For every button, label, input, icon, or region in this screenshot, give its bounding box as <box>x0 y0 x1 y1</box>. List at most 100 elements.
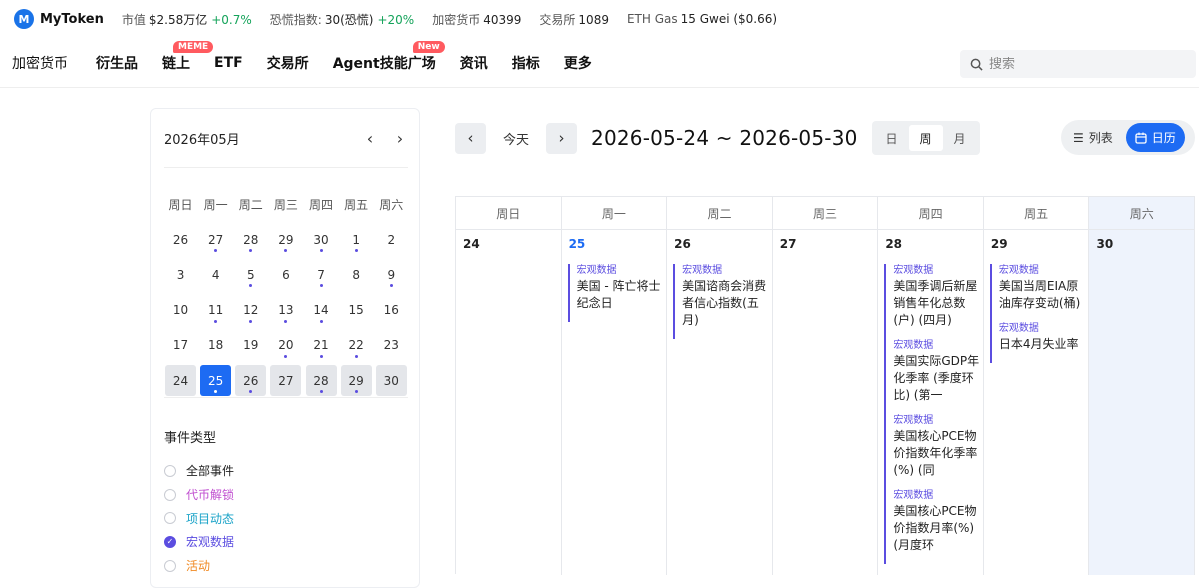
logo[interactable]: M MyToken <box>14 9 104 29</box>
mini-day-cell[interactable]: 6 <box>268 259 303 290</box>
ticker-label: 加密货币 <box>432 12 481 27</box>
weekday-label: 周五 <box>344 198 369 213</box>
nav-exchanges[interactable]: 交易所 <box>267 53 309 73</box>
calendar-view-button[interactable]: 日历 <box>1125 123 1185 152</box>
mini-day-cell[interactable]: 11 <box>198 295 233 326</box>
nav-more[interactable]: 更多 <box>564 53 592 73</box>
calendar-event[interactable]: 宏观数据 美国核心PCE物价指数月率(%) (月度环 <box>893 489 980 554</box>
mini-day-cell[interactable]: 19 <box>233 330 268 361</box>
mini-day-cell[interactable]: 3 <box>163 259 198 290</box>
mini-day-cell[interactable]: 28 <box>233 224 268 255</box>
mini-day-cell[interactable]: 1 <box>339 224 374 255</box>
mini-day-cell[interactable]: 14 <box>304 295 339 326</box>
ticker-fear-index[interactable]: 恐慌指数: 30(恐慌) +20% <box>270 11 414 28</box>
mini-day-cell[interactable]: 21 <box>304 330 339 361</box>
mini-day-cell[interactable]: 24 <box>165 365 197 397</box>
prev-week-button[interactable]: ‹ <box>455 122 486 154</box>
mini-day-cell[interactable]: 25 <box>200 365 232 397</box>
nav-etf[interactable]: ETF <box>214 55 243 71</box>
day-column[interactable]: 28 宏观数据 美国季调后新屋销售年化总数(户) (四月) 宏观数据 美国实际GDP年化… <box>878 230 984 575</box>
nav-agent-skills[interactable]: Agent技能广场 New <box>333 40 445 73</box>
mini-day-cell[interactable]: 15 <box>339 295 374 326</box>
radio-icon[interactable] <box>164 559 176 572</box>
mini-day-number: 19 <box>243 338 259 353</box>
mini-day-cell[interactable]: 20 <box>268 330 303 361</box>
list-view-button[interactable]: ☰ 列表 <box>1064 123 1122 152</box>
week-header-cell: 周一 <box>562 197 668 229</box>
mini-day-cell[interactable]: 30 <box>375 365 407 397</box>
today-button[interactable]: 今天 <box>503 129 529 148</box>
scale-day-button[interactable]: 日 <box>875 125 909 151</box>
mini-day-cell[interactable]: 7 <box>304 259 339 290</box>
nav-derivatives[interactable]: 衍生品 <box>96 53 138 73</box>
mini-day-cell[interactable]: 27 <box>270 365 302 397</box>
ticker-market-cap[interactable]: 市值 $2.58万亿 +0.7% <box>122 11 252 28</box>
search-icon <box>970 58 983 71</box>
mini-day-cell[interactable]: 4 <box>198 259 233 290</box>
mini-day-cell[interactable]: 2 <box>374 224 409 255</box>
mini-day-cell[interactable]: 30 <box>304 224 339 255</box>
mini-day-cell[interactable]: 29 <box>268 224 303 255</box>
nav-onchain[interactable]: 链上 MEME <box>162 40 214 73</box>
mini-day-cell[interactable]: 27 <box>198 224 233 255</box>
day-column[interactable]: 27 <box>773 230 879 575</box>
mini-day-cell[interactable]: 10 <box>163 295 198 326</box>
mini-day-cell[interactable]: 9 <box>374 259 409 290</box>
mini-day-cell[interactable]: 8 <box>339 259 374 290</box>
mini-day-cell[interactable]: 26 <box>235 365 267 397</box>
calendar-event[interactable]: 宏观数据 美国实际GDP年化季率 (季度环比) (第一 <box>893 339 980 404</box>
nav-news[interactable]: 资讯 <box>460 53 488 73</box>
event-type-option[interactable]: 代币解锁 <box>164 483 234 507</box>
calendar-event[interactable]: 宏观数据 日本4月失业率 <box>999 322 1086 353</box>
ticker-exchange-count[interactable]: 交易所 1089 <box>539 11 609 28</box>
mini-day-cell[interactable]: 28 <box>305 365 337 397</box>
search-input[interactable] <box>989 56 1179 72</box>
nav-crypto[interactable]: 加密货币 <box>12 53 68 73</box>
ticker-change: +0.7% <box>211 12 252 27</box>
scale-month-button[interactable]: 月 <box>943 125 977 151</box>
mini-day-cell[interactable]: 5 <box>233 259 268 290</box>
mini-day-cell[interactable]: 26 <box>163 224 198 255</box>
mini-day-number: 26 <box>243 373 259 388</box>
event-type-option[interactable]: ✓ 宏观数据 <box>164 530 234 554</box>
calendar-event[interactable]: 宏观数据 美国核心PCE物价指数年化季率(%) (同 <box>893 414 980 479</box>
mini-day-number: 28 <box>243 232 259 247</box>
calendar-event[interactable]: 宏观数据 美国季调后新屋销售年化总数(户) (四月) <box>893 264 980 329</box>
day-column[interactable]: 29 宏观数据 美国当周EIA原油库存变动(桶) 宏观数据 日本4月失业率 <box>984 230 1090 575</box>
calendar-event[interactable]: 宏观数据 美国谘商会消费者信心指数(五月) <box>682 264 769 329</box>
scale-week-button[interactable]: 周 <box>908 125 943 151</box>
next-week-button[interactable]: › <box>546 122 578 154</box>
event-dot <box>249 249 253 253</box>
prev-month-icon[interactable]: ‹ <box>362 129 378 148</box>
mini-day-cell[interactable]: 13 <box>268 295 303 326</box>
radio-icon[interactable] <box>164 464 176 477</box>
radio-icon[interactable] <box>164 512 176 525</box>
day-column[interactable]: 26 宏观数据 美国谘商会消费者信心指数(五月) <box>667 230 773 575</box>
ticker-eth-gas[interactable]: ETH Gas 15 Gwei ($0.66) <box>627 12 777 26</box>
day-column[interactable]: 30 <box>1089 230 1196 575</box>
event-group: 宏观数据 美国当周EIA原油库存变动(桶) 宏观数据 日本4月失业率 <box>989 264 1086 363</box>
divider <box>164 167 408 168</box>
check-icon[interactable]: ✓ <box>164 535 176 548</box>
mini-day-cell[interactable]: 23 <box>374 330 409 361</box>
event-type-option[interactable]: 项目动态 <box>164 506 234 530</box>
next-month-icon[interactable]: › <box>392 129 408 148</box>
mini-day-cell[interactable]: 29 <box>340 365 372 397</box>
radio-icon[interactable] <box>164 488 176 501</box>
mini-day-cell[interactable]: 16 <box>374 295 409 326</box>
mini-day-number: 13 <box>278 303 294 318</box>
calendar-event[interactable]: 宏观数据 美国当周EIA原油库存变动(桶) <box>999 264 1086 312</box>
mini-day-cell[interactable]: 18 <box>198 330 233 361</box>
mini-day-cell[interactable]: 12 <box>233 295 268 326</box>
nav-indicators[interactable]: 指标 <box>512 53 540 73</box>
mini-day-cell[interactable]: 22 <box>339 330 374 361</box>
day-column[interactable]: 25 宏观数据 美国 - 阵亡将士纪念日 <box>562 230 668 575</box>
calendar-event[interactable]: 宏观数据 美国 - 阵亡将士纪念日 <box>577 264 664 312</box>
mini-day-cell[interactable]: 17 <box>163 330 198 361</box>
ticker-crypto-count[interactable]: 加密货币 40399 <box>432 11 521 28</box>
search-box[interactable] <box>960 50 1196 78</box>
day-column[interactable]: 24 <box>456 230 562 575</box>
event-dot <box>354 249 358 253</box>
event-type-option[interactable]: 全部事件 <box>164 459 234 483</box>
event-title: 美国季调后新屋销售年化总数(户) (四月) <box>893 279 978 327</box>
